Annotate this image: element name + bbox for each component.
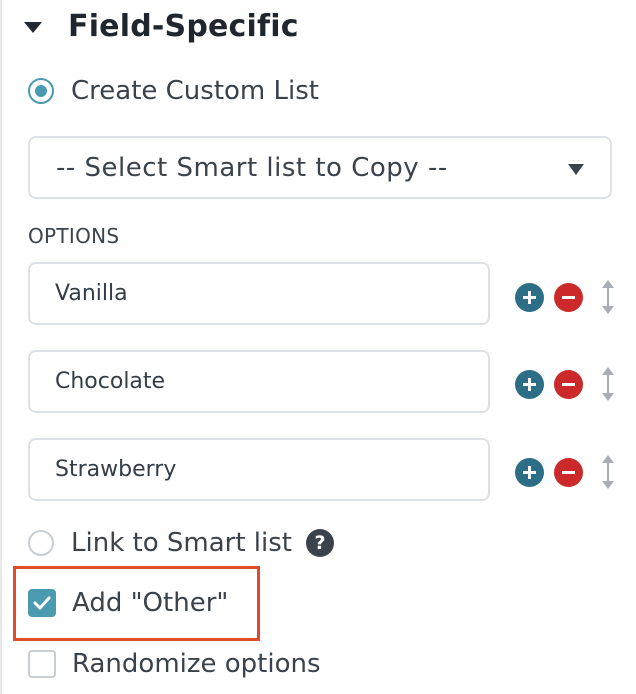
option-input-3[interactable] xyxy=(28,438,490,501)
options-header: OPTIONS xyxy=(28,224,120,248)
create-custom-list-option[interactable]: Create Custom List xyxy=(28,76,319,106)
smart-list-copy-select[interactable]: -- Select Smart list to Copy -- xyxy=(28,136,612,199)
add-option-icon[interactable] xyxy=(515,370,544,399)
link-smart-list-option[interactable]: Link to Smart list ? xyxy=(28,528,334,558)
add-option-icon[interactable] xyxy=(515,458,544,487)
drag-handle-icon[interactable] xyxy=(601,367,615,401)
randomize-options-option[interactable]: Randomize options xyxy=(28,649,321,679)
randomize-options-label: Randomize options xyxy=(72,649,321,679)
randomize-options-checkbox[interactable] xyxy=(28,650,56,678)
add-option-icon[interactable] xyxy=(515,283,544,312)
drag-handle-icon[interactable] xyxy=(601,280,615,314)
create-custom-list-label: Create Custom List xyxy=(71,76,319,106)
option-input-1[interactable] xyxy=(28,262,490,325)
field-specific-section-toggle[interactable]: Field-Specific xyxy=(24,6,299,46)
link-smart-list-radio[interactable] xyxy=(28,530,54,556)
remove-option-icon[interactable] xyxy=(554,370,583,399)
dropdown-arrow-icon xyxy=(568,164,584,175)
field-specific-panel: Field-Specific Create Custom List -- Sel… xyxy=(0,0,636,694)
remove-option-icon[interactable] xyxy=(554,458,583,487)
link-smart-list-label: Link to Smart list xyxy=(71,528,292,558)
section-title: Field-Specific xyxy=(68,8,299,44)
highlight-box xyxy=(13,566,260,641)
remove-option-icon[interactable] xyxy=(554,283,583,312)
drag-handle-icon[interactable] xyxy=(601,455,615,489)
create-custom-list-radio[interactable] xyxy=(28,78,54,104)
smart-list-copy-select-value: -- Select Smart list to Copy -- xyxy=(56,152,448,183)
caret-down-icon xyxy=(24,21,42,33)
help-icon[interactable]: ? xyxy=(305,529,334,557)
option-input-2[interactable] xyxy=(28,350,490,413)
